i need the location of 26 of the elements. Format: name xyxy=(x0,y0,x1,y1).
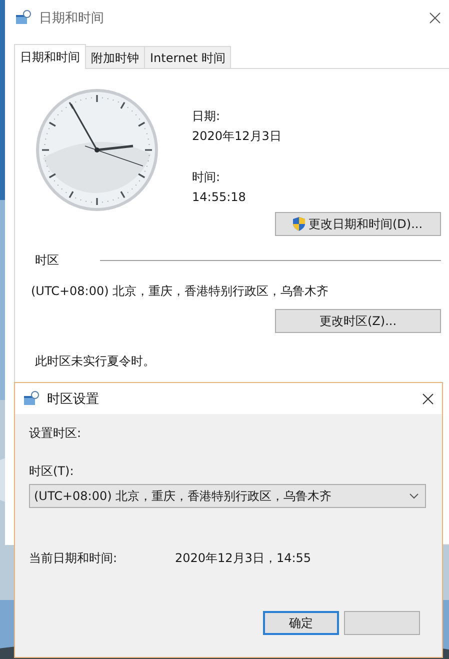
set-time-zone-heading: 设置时区: xyxy=(29,425,82,442)
time-zone-text: (UTC+08:00) 北京，重庆，香港特别行政区，乌鲁木齐 xyxy=(31,283,330,300)
dialog-title: 时区设置 xyxy=(47,390,100,408)
current-date-time-label: 当前日期和时间: xyxy=(29,550,118,567)
time-value: 14:55:18 xyxy=(192,189,247,206)
close-icon[interactable] xyxy=(429,12,441,24)
shield-icon xyxy=(293,217,306,231)
change-date-time-button[interactable]: 更改日期和时间(D)... xyxy=(275,212,441,236)
current-date-time-value: 2020年12月3日，14:55 xyxy=(175,550,312,567)
chevron-down-icon xyxy=(409,493,419,499)
window-title: 日期和时间 xyxy=(39,10,105,27)
calendar-clock-icon xyxy=(23,390,39,406)
dst-note: 此时区未实行夏令时。 xyxy=(34,353,156,370)
tab[interactable]: 附加时钟 xyxy=(85,46,145,68)
time-zone-dropdown[interactable]: (UTC+08:00) 北京，重庆，香港特别行政区，乌鲁木齐 xyxy=(29,484,426,508)
time-zone-heading: 时区 xyxy=(35,252,59,269)
date-label: 日期: xyxy=(192,108,222,125)
time-label: 时间: xyxy=(192,169,222,186)
ok-button[interactable]: 确定 xyxy=(263,611,339,635)
close-icon[interactable] xyxy=(422,392,434,404)
date-value: 2020年12月3日 xyxy=(192,128,282,145)
calendar-clock-icon xyxy=(15,10,31,26)
tab[interactable]: 日期和时间 xyxy=(14,44,86,69)
time-zone-label: 时区(T): xyxy=(29,463,74,480)
change-time-zone-button[interactable]: 更改时区(Z)... xyxy=(275,309,441,333)
tab[interactable]: Internet 时间 xyxy=(144,46,232,68)
